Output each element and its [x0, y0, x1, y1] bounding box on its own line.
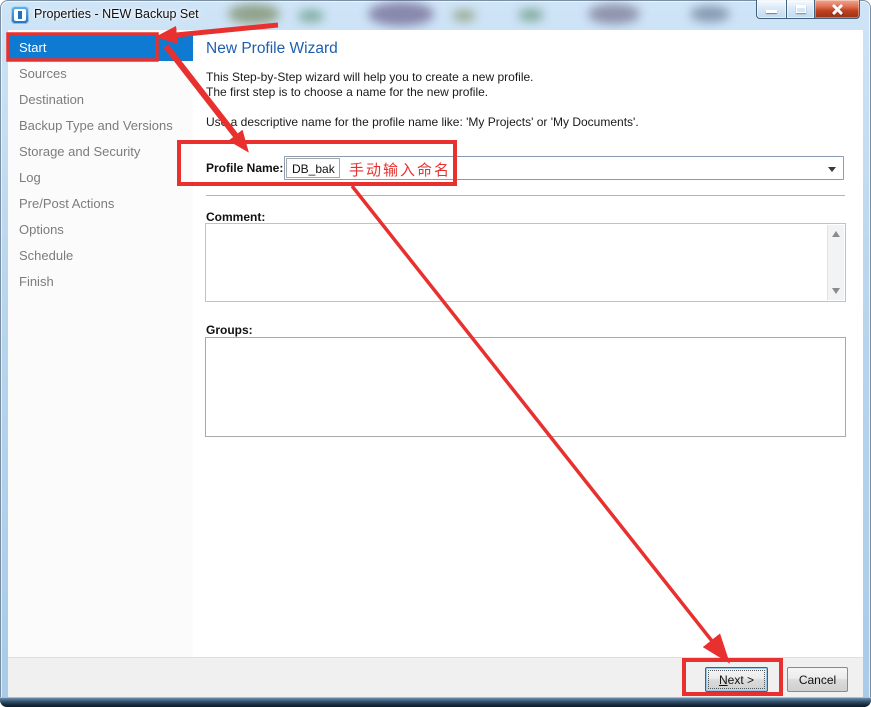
sidebar-item-backup-type-and-versions[interactable]: Backup Type and Versions — [8, 113, 193, 139]
profile-name-label: Profile Name: — [206, 161, 283, 175]
scroll-up-icon[interactable] — [832, 231, 840, 237]
titlebar-glass-blob — [228, 4, 280, 24]
app-icon — [11, 6, 29, 24]
separator-line — [206, 195, 845, 196]
maximize-button[interactable] — [786, 0, 815, 19]
comment-value[interactable] — [208, 226, 826, 299]
sidebar-item-sources[interactable]: Sources — [8, 61, 193, 87]
comment-scrollbar[interactable] — [827, 225, 844, 300]
intro-line-2: The first step is to choose a name for t… — [206, 85, 534, 100]
scroll-down-icon[interactable] — [832, 288, 840, 294]
properties-dialog: Properties - NEW Backup Set Start Source… — [0, 0, 871, 707]
dialog-client-area: Start Sources Destination Backup Type an… — [8, 30, 863, 697]
titlebar-glass-blob — [518, 9, 544, 21]
close-icon — [832, 4, 843, 15]
window-controls — [756, 0, 860, 19]
window-title: Properties - NEW Backup Set — [34, 0, 199, 30]
titlebar-glass-blob — [588, 4, 640, 24]
cancel-button[interactable]: Cancel — [787, 667, 848, 692]
wizard-page-start: New Profile Wizard This Step-by-Step wiz… — [193, 30, 863, 657]
titlebar[interactable]: Properties - NEW Backup Set — [0, 0, 871, 30]
comment-textarea[interactable] — [205, 223, 846, 302]
titlebar-glass-blob — [690, 6, 730, 22]
footer-bar: Next > Cancel — [8, 657, 863, 697]
sidebar-item-finish[interactable]: Finish — [8, 269, 193, 295]
groups-box[interactable] — [205, 337, 846, 437]
next-button[interactable]: Next > — [705, 667, 768, 692]
sidebar-item-destination[interactable]: Destination — [8, 87, 193, 113]
titlebar-glass-blob — [298, 10, 324, 22]
sidebar-item-log[interactable]: Log — [8, 165, 193, 191]
hint-text: Use a descriptive name for the profile n… — [206, 115, 639, 129]
wizard-sidebar: Start Sources Destination Backup Type an… — [8, 30, 193, 657]
sidebar-item-options[interactable]: Options — [8, 217, 193, 243]
sidebar-item-schedule[interactable]: Schedule — [8, 243, 193, 269]
minimize-icon — [766, 10, 777, 13]
minimize-button[interactable] — [756, 0, 786, 19]
comment-label: Comment: — [206, 210, 265, 224]
groups-label: Groups: — [206, 323, 253, 337]
intro-text: This Step-by-Step wizard will help you t… — [206, 70, 534, 100]
sidebar-item-storage-and-security[interactable]: Storage and Security — [8, 139, 193, 165]
titlebar-glass-blob — [452, 10, 476, 21]
sidebar-item-start[interactable]: Start — [8, 35, 193, 61]
page-title: New Profile Wizard — [206, 40, 338, 58]
maximize-icon — [796, 5, 806, 13]
profile-name-combobox[interactable]: DB_bak — [284, 156, 844, 180]
chevron-down-icon[interactable] — [828, 167, 836, 172]
titlebar-glass-blob — [368, 2, 434, 26]
close-button[interactable] — [815, 0, 860, 19]
intro-line-1: This Step-by-Step wizard will help you t… — [206, 70, 534, 85]
window-bottom-border — [0, 697, 871, 707]
sidebar-item-pre-post-actions[interactable]: Pre/Post Actions — [8, 191, 193, 217]
profile-name-input[interactable]: DB_bak — [286, 158, 340, 178]
